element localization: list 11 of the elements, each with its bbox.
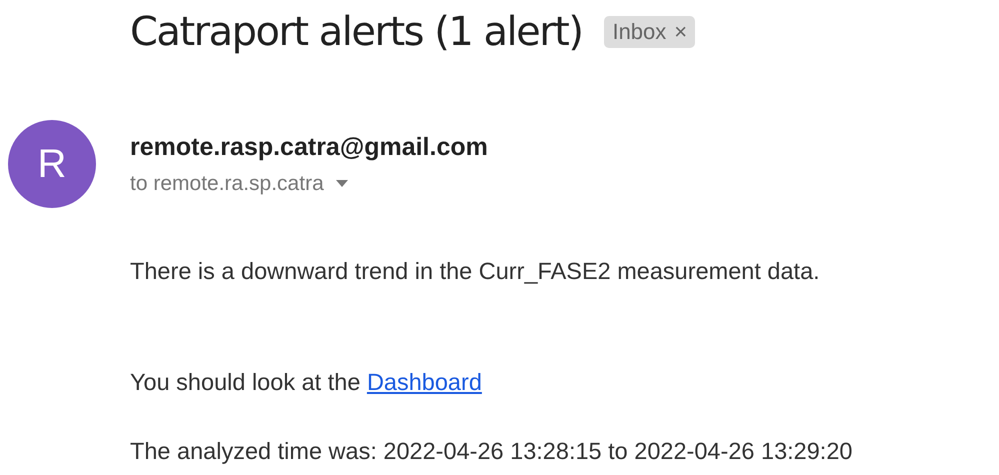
message-text: The analyzed time was: 2022-04-26 13:28:15 to 2022-04-26 13:29:20: [130, 438, 854, 465]
message-text: You should look at the Dashboard: [130, 369, 483, 396]
caret-icon[interactable]: [336, 180, 348, 187]
message-text: There is a downward trend in the Curr_FASE2 measurement data.: [130, 258, 821, 285]
recipient-text: to remote.ra.sp.catra: [130, 172, 324, 196]
remove-label-button[interactable]: ×: [674, 19, 688, 45]
sender-email: remote.rasp.catra@gmail.com: [130, 132, 488, 162]
sender-avatar: R: [8, 120, 96, 208]
email-subject: Catraport alerts (1 alert): [130, 9, 582, 55]
label-text: Inbox: [612, 19, 666, 45]
dashboard-link[interactable]: Dashboard: [366, 369, 482, 395]
